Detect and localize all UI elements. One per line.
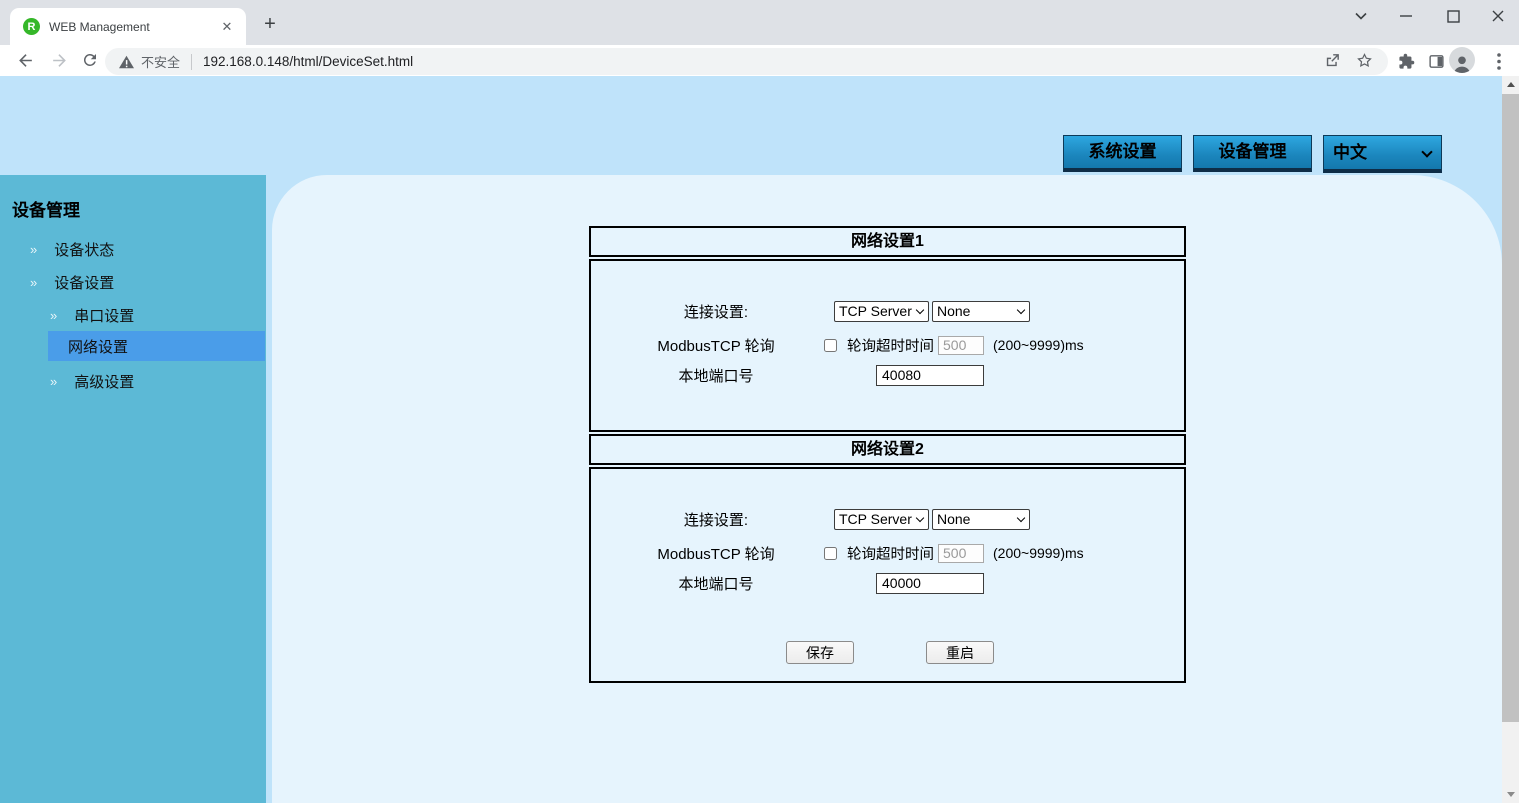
panel2-title: 网络设置2	[589, 434, 1186, 465]
panel2-local-port-input[interactable]	[876, 573, 984, 594]
nav-device-management-button[interactable]: 设备管理	[1193, 135, 1312, 172]
nav-system-settings-button[interactable]: 系统设置	[1063, 135, 1182, 172]
panel1-body: 连接设置: TCP Server None ModbusTCP 轮询	[589, 259, 1186, 432]
browser-tab[interactable]: R WEB Management ✕	[10, 8, 246, 45]
sidebar-item-network-settings-selected[interactable]: 网络设置	[48, 331, 265, 361]
side-panel-icon[interactable]	[1423, 48, 1449, 74]
sidebar-item-label: 高级设置	[74, 371, 134, 392]
profile-avatar[interactable]	[1449, 47, 1475, 73]
timeout-label: 轮询超时时间	[847, 335, 934, 356]
tab-title: WEB Management	[49, 20, 218, 34]
browser-window: R WEB Management ✕ + 不安全	[0, 0, 1519, 803]
scrollbar-up-arrow-icon[interactable]	[1502, 76, 1519, 93]
panel2-body: 连接设置: TCP Server None ModbusTCP 轮询	[589, 467, 1186, 683]
window-close-button[interactable]	[1482, 2, 1514, 30]
sidebar: 设备管理 » 设备状态 » 设备设置 » 串口设置 网络设置 » 高级设置	[0, 175, 266, 803]
tab-search-chevron-icon[interactable]	[1345, 2, 1377, 30]
sidebar-item-label: 串口设置	[74, 305, 134, 326]
protocol-select-wrap: None	[932, 509, 1030, 530]
address-bar[interactable]: 不安全 192.168.0.148/html/DeviceSet.html	[105, 48, 1388, 75]
save-button[interactable]: 保存	[786, 641, 854, 664]
sidebar-item-device-status[interactable]: » 设备状态	[30, 238, 114, 260]
panel1-title: 网络设置1	[589, 226, 1186, 257]
modbus-label: ModbusTCP 轮询	[591, 335, 841, 356]
panel1-timeout-input[interactable]	[938, 336, 984, 355]
extensions-puzzle-icon[interactable]	[1393, 48, 1419, 74]
sidebar-title: 设备管理	[12, 196, 80, 221]
mode-select-wrap: TCP Server	[834, 509, 929, 530]
port-label: 本地端口号	[591, 365, 841, 386]
url-text[interactable]: 192.168.0.148/html/DeviceSet.html	[203, 54, 413, 69]
timeout-label: 轮询超时时间	[847, 543, 934, 564]
browser-menu-dots-icon[interactable]	[1486, 48, 1512, 74]
sidebar-item-advanced-settings[interactable]: » 高级设置	[50, 370, 134, 392]
share-icon[interactable]	[1324, 52, 1341, 74]
arrow-bullet-icon: »	[30, 242, 37, 257]
modbus-label: ModbusTCP 轮询	[591, 543, 841, 564]
site-favicon-icon: R	[23, 18, 40, 35]
sidebar-item-label: 设备状态	[54, 239, 114, 260]
window-maximize-button[interactable]	[1437, 2, 1469, 30]
reload-icon[interactable]	[75, 45, 105, 75]
back-icon[interactable]	[10, 45, 40, 75]
timeout-range-label: (200~9999)ms	[993, 337, 1084, 353]
browser-titlebar: R WEB Management ✕ +	[0, 0, 1519, 45]
page-scrollbar[interactable]	[1502, 76, 1519, 803]
omnibox-divider	[191, 54, 192, 70]
panel1-protocol-select[interactable]: None	[932, 301, 1030, 322]
protocol-select-wrap: None	[932, 301, 1030, 322]
scrollbar-thumb[interactable]	[1502, 94, 1519, 722]
bookmark-star-icon[interactable]	[1356, 52, 1373, 74]
panel2-protocol-select[interactable]: None	[932, 509, 1030, 530]
port-label: 本地端口号	[591, 573, 841, 594]
scrollbar-down-arrow-icon[interactable]	[1502, 786, 1519, 803]
panel2-modbus-checkbox[interactable]	[824, 547, 837, 560]
sidebar-item-label: 设备设置	[54, 272, 114, 293]
arrow-bullet-icon: »	[50, 374, 57, 389]
panel2-timeout-input[interactable]	[938, 544, 984, 563]
sidebar-item-label: 网络设置	[68, 336, 128, 357]
panel1-connection-mode-select[interactable]: TCP Server	[834, 301, 929, 322]
mode-select-wrap: TCP Server	[834, 301, 929, 322]
arrow-bullet-icon: »	[50, 308, 57, 323]
timeout-range-label: (200~9999)ms	[993, 545, 1084, 561]
arrow-bullet-icon: »	[30, 275, 37, 290]
sidebar-item-serial-settings[interactable]: » 串口设置	[50, 304, 134, 326]
window-minimize-button[interactable]	[1390, 2, 1422, 30]
not-secure-label[interactable]: 不安全	[141, 52, 180, 71]
panel2-connection-mode-select[interactable]: TCP Server	[834, 509, 929, 530]
not-secure-warning-icon	[119, 55, 134, 69]
connection-label: 连接设置:	[591, 301, 841, 322]
connection-label: 连接设置:	[591, 509, 841, 530]
new-tab-button[interactable]: +	[256, 10, 284, 38]
language-select-wrap: 中文	[1323, 135, 1442, 173]
panel1-modbus-checkbox[interactable]	[824, 339, 837, 352]
panel1-local-port-input[interactable]	[876, 365, 984, 386]
sidebar-item-device-settings[interactable]: » 设备设置	[30, 271, 114, 293]
forward-icon	[44, 45, 74, 75]
language-select[interactable]: 中文	[1323, 135, 1442, 173]
tab-close-icon[interactable]: ✕	[218, 18, 236, 36]
restart-button[interactable]: 重启	[926, 641, 994, 664]
